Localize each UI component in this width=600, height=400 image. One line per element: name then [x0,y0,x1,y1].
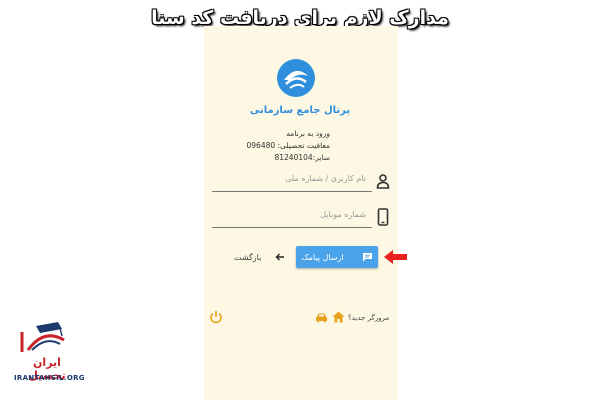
car-icon[interactable] [315,312,328,323]
back-label: بازگشت [234,252,262,262]
brand-url: IRANTAHSIL.ORG [14,374,85,382]
arrow-left-icon [275,253,285,261]
new-browser-link[interactable]: مرورگر جدید؟ [348,314,389,322]
info-line-exemption: معافیت تحصیلی: 096480 [246,141,331,150]
portal-title: پرتال جامع سازمانی [249,105,351,116]
username-field[interactable]: نام کاربری / شماره ملی [212,172,390,194]
info-line-login: ورود به برنامه [286,129,330,138]
username-placeholder: نام کاربری / شماره ملی [285,174,366,183]
portal-logo-icon [277,59,315,97]
user-icon [376,174,390,189]
mobile-field[interactable]: شماره موبایل [212,208,390,230]
send-sms-label: ارسال پیامک [301,252,344,262]
mobile-underline [212,227,372,228]
back-button[interactable]: بازگشت [234,250,290,264]
info-line-other: سایر:81240104 [274,153,330,162]
power-icon[interactable] [209,310,223,324]
message-icon [362,253,372,262]
username-underline [212,191,372,192]
home-icon[interactable] [332,311,345,323]
pointer-arrow-icon [384,250,407,264]
send-sms-button[interactable]: ارسال پیامک [296,246,378,268]
mobile-placeholder: شماره موبایل [320,210,366,219]
program-info: ورود به برنامه معافیت تحصیلی: 096480 سای… [220,128,331,164]
phone-icon [377,208,389,226]
